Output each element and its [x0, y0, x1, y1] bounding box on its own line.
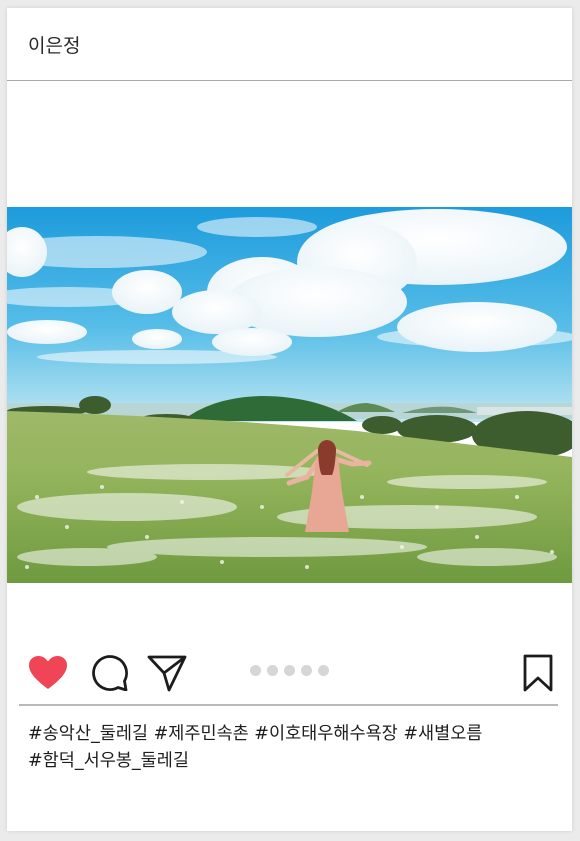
- heart-icon[interactable]: [28, 655, 68, 691]
- post-header: 이은정: [7, 8, 572, 81]
- bookmark-icon[interactable]: [521, 654, 555, 692]
- share-icon[interactable]: [147, 654, 187, 692]
- carousel-indicator: [250, 665, 329, 676]
- hashtag-caption: #송악산_둘레길 #제주민속촌 #이호태우해수욕장 #새별오름 #함덕_서우봉_…: [28, 721, 548, 775]
- carousel-dot[interactable]: [318, 665, 329, 676]
- post-actions: [7, 649, 572, 699]
- hashtag-line[interactable]: #함덕_서우봉_둘레길: [28, 748, 548, 775]
- carousel-dot[interactable]: [301, 665, 312, 676]
- carousel-dot[interactable]: [284, 665, 295, 676]
- username[interactable]: 이은정: [28, 31, 80, 58]
- carousel-dot[interactable]: [267, 665, 278, 676]
- comment-icon[interactable]: [90, 653, 128, 691]
- caption-divider: [19, 704, 558, 706]
- carousel-dot[interactable]: [250, 665, 261, 676]
- post-card: 이은정 #송악산_둘레길 #제주민속촌 #이호태우해수욕장 #새별오름 #함덕_…: [7, 8, 572, 831]
- hashtag-line[interactable]: #송악산_둘레길 #제주민속촌 #이호태우해수욕장 #새별오름: [28, 721, 548, 748]
- post-photo[interactable]: [7, 207, 572, 583]
